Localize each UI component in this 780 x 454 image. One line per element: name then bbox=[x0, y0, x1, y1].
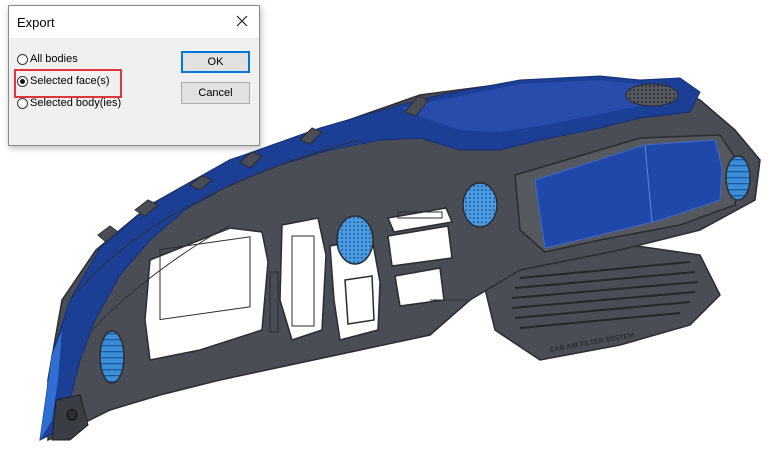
radio-button-checked[interactable] bbox=[17, 75, 28, 87]
ok-button[interactable]: OK bbox=[181, 51, 250, 73]
dialog-titlebar: Export bbox=[9, 6, 259, 38]
close-button[interactable] bbox=[227, 7, 257, 35]
right-vent bbox=[725, 155, 751, 201]
left-vent bbox=[99, 330, 125, 384]
export-dialog: Export All bodies Selected face(s) Selec… bbox=[8, 5, 260, 146]
radio-label: Selected body(ies) bbox=[30, 97, 122, 109]
cancel-button[interactable]: Cancel bbox=[181, 82, 250, 104]
radio-selected-faces[interactable]: Selected face(s) bbox=[17, 73, 109, 89]
center-left-vent bbox=[336, 215, 374, 265]
speaker-grille bbox=[625, 83, 679, 107]
center-right-vent bbox=[462, 182, 498, 228]
close-icon bbox=[236, 15, 248, 27]
dialog-title: Export bbox=[17, 15, 55, 30]
radio-all-bodies[interactable]: All bodies bbox=[17, 51, 78, 67]
radio-button[interactable] bbox=[17, 53, 28, 65]
radio-selected-bodies[interactable]: Selected body(ies) bbox=[17, 95, 121, 111]
radio-label: Selected face(s) bbox=[30, 75, 110, 87]
radio-button[interactable] bbox=[17, 97, 28, 109]
radio-label: All bodies bbox=[30, 53, 78, 65]
